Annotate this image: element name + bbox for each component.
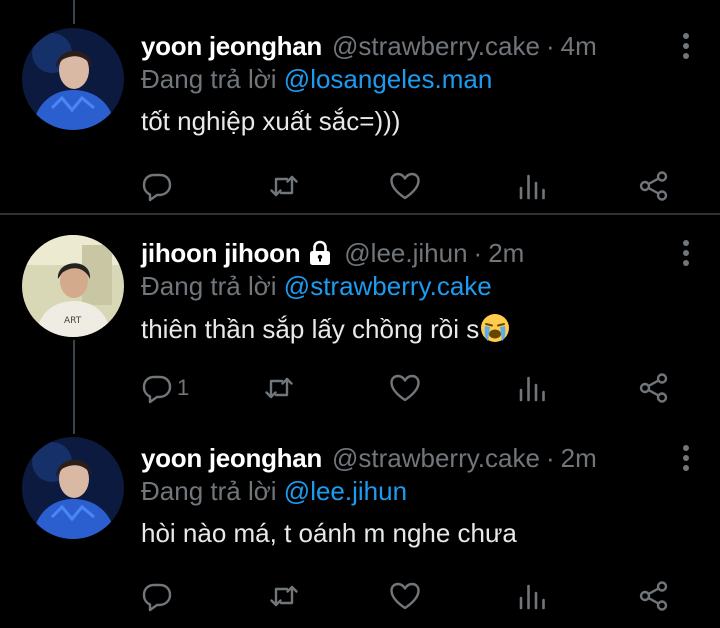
replying-to: Đang trả lời @losangeles.man [141,64,492,95]
replying-to-label: Đang trả lời [141,476,277,506]
action-bar [0,166,720,206]
display-name[interactable]: jihoon jihoon [141,238,301,269]
tweet-header: yoon jeonghan @strawberry.cake · 4m [141,28,597,64]
reply-count: 1 [177,375,190,400]
like-button[interactable] [389,166,421,206]
views-button[interactable] [516,166,548,206]
display-name[interactable]: yoon jeonghan [141,31,322,62]
views-icon [519,174,545,200]
tweet-text: hòi nào má, t oánh m nghe chưa [141,518,517,548]
like-icon [390,582,420,610]
more-vertical-icon[interactable] [682,444,690,472]
replying-to: Đang trả lời @lee.jihun [141,476,407,507]
tweet-header: jihoon jihoon @lee.jihun · 2m [141,235,524,271]
replying-to-label: Đang trả lời [141,271,277,301]
like-button[interactable] [389,368,421,408]
views-button[interactable] [516,576,548,616]
reply-icon [142,173,172,202]
tweet[interactable]: yoon jeonghan @strawberry.cake · 2m Đang… [0,437,720,628]
username-handle[interactable]: @lee.jihun [344,238,467,269]
svg-text:ART: ART [64,316,82,326]
tweet[interactable]: ART jihoon jihoon @lee.jihun · 2m Đang t… [0,235,720,415]
share-icon [639,581,668,611]
retweet-icon [270,585,298,607]
tweet-text: tốt nghiệp xuất sắc=))) [141,106,401,136]
views-icon [519,584,545,610]
share-icon [639,171,668,201]
reply-mention-link[interactable]: @strawberry.cake [284,271,492,301]
tweet-divider [0,213,720,215]
replying-to-label: Đang trả lời [141,64,277,94]
views-icon [519,376,545,402]
separator-dot: · [545,442,555,473]
reply-button[interactable] [141,576,177,616]
share-button[interactable] [638,368,670,408]
share-button[interactable] [638,166,670,206]
share-icon [639,373,668,403]
more-vertical-icon[interactable] [682,239,690,267]
more-vertical-icon[interactable] [682,32,690,60]
tweet-header: yoon jeonghan @strawberry.cake · 2m [141,440,597,476]
reply-button[interactable]: 1 [141,368,189,408]
loudly-crying-face-emoji [481,314,510,342]
retweet-icon [265,377,293,399]
tweet[interactable]: yoon jeonghan @strawberry.cake · 4m Đang… [0,28,720,214]
reply-mention-link[interactable]: @losangeles.man [284,64,493,94]
reply-icon [142,583,172,612]
reply-icon [142,375,172,404]
like-icon [390,172,420,200]
timestamp[interactable]: 2m [561,443,597,474]
action-bar [0,576,720,616]
views-button[interactable] [516,368,548,408]
lock-icon [310,240,331,265]
retweet-button[interactable] [268,166,300,206]
username-handle[interactable]: @strawberry.cake [332,31,540,62]
tweet-text: thiên thần sắp lấy chồng rồi s [141,313,510,345]
share-button[interactable] [638,576,670,616]
separator-dot: · [473,237,483,268]
like-icon [390,374,420,402]
reply-mention-link[interactable]: @lee.jihun [284,476,407,506]
separator-dot: · [545,30,555,61]
username-handle[interactable]: @strawberry.cake [332,443,540,474]
replying-to: Đang trả lời @strawberry.cake [141,271,492,302]
action-bar: 1 [0,368,720,408]
timestamp[interactable]: 4m [561,31,597,62]
avatar[interactable]: ART [22,235,124,337]
avatar[interactable] [22,437,124,539]
retweet-icon [270,175,298,197]
avatar[interactable] [22,28,124,130]
like-button[interactable] [389,576,421,616]
thread-line [73,0,75,24]
reply-button[interactable] [141,166,177,206]
tweet-text-content: thiên thần sắp lấy chồng rồi s [141,314,480,344]
retweet-button[interactable] [268,576,300,616]
timestamp[interactable]: 2m [488,238,524,269]
retweet-button[interactable] [263,368,295,408]
display-name[interactable]: yoon jeonghan [141,443,322,474]
